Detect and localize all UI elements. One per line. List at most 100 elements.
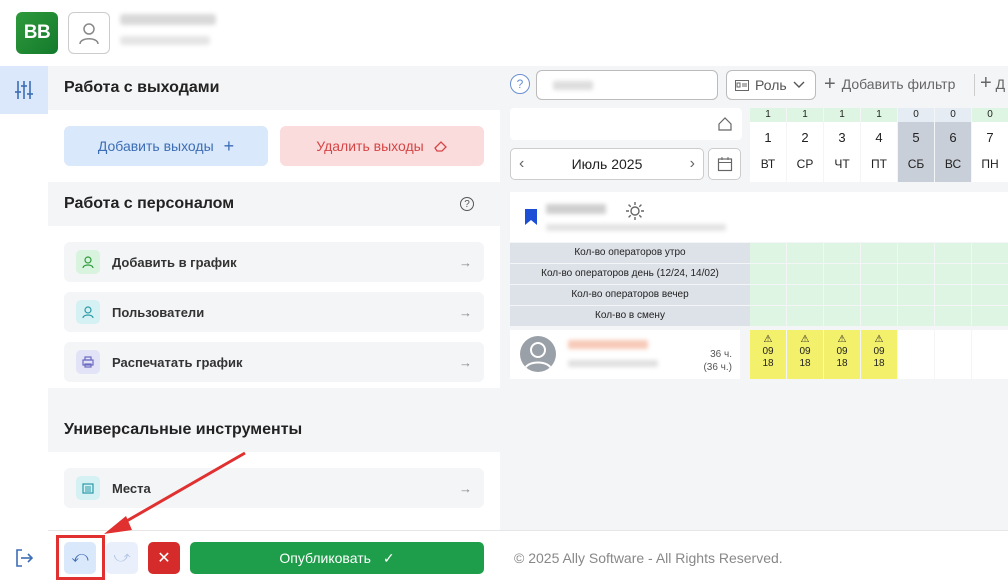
- employee-card[interactable]: 36 ч. (36 ч.): [510, 330, 740, 379]
- profile-role-blurred: [120, 36, 210, 45]
- day-header[interactable]: 0 5 СБ: [898, 108, 934, 182]
- employee-shifts: ⚠ 09 18 ⚠ 09 18 ⚠ 09 18 ⚠ 09 18: [750, 330, 1008, 379]
- day-count: 1: [861, 108, 897, 122]
- shift-start: 09: [836, 346, 848, 357]
- stat-row-shift: Кол-во в смену: [510, 306, 750, 326]
- annotation-highlight-box: [56, 535, 105, 580]
- chevron-left-icon[interactable]: ‹: [519, 155, 524, 173]
- stat-cells: [750, 285, 1008, 305]
- user-icon: [79, 23, 99, 45]
- profile-avatar[interactable]: [68, 12, 110, 54]
- day-number: 3: [838, 130, 846, 145]
- day-number: 6: [949, 130, 957, 145]
- calendar-button[interactable]: [708, 148, 741, 180]
- shift-cell-empty[interactable]: [972, 330, 1008, 379]
- shift-cell-empty[interactable]: [898, 330, 934, 379]
- day-count: 1: [824, 108, 860, 122]
- tools-section-title: Универсальные инструменты: [64, 421, 303, 438]
- help-icon[interactable]: ?: [460, 197, 474, 211]
- day-number: 2: [801, 130, 809, 145]
- day-headers: 1 1 ВТ 1 2 СР 1 3 ЧТ 1 4 ПТ 0 5 СБ 0 6 ВС 0 7 ПН: [750, 108, 1008, 182]
- day-weekday: ВТ: [760, 157, 776, 171]
- users-item[interactable]: Пользователи →: [64, 292, 484, 332]
- sliders-icon: [15, 81, 33, 99]
- shift-start: 09: [799, 346, 811, 357]
- bookmark-icon: [525, 209, 537, 225]
- shift-start: 09: [762, 346, 774, 357]
- close-icon: ✕: [157, 550, 171, 567]
- search-value-blurred: [553, 81, 593, 90]
- employee-name-blurred: [568, 340, 648, 349]
- day-header[interactable]: 1 4 ПТ: [861, 108, 897, 182]
- chevron-down-icon: [793, 81, 805, 88]
- month-switcher: ‹ Июль 2025 ›: [510, 148, 704, 180]
- more-filter-label: Д: [995, 76, 1006, 92]
- users-label: Пользователи: [112, 304, 205, 320]
- day-header[interactable]: 1 2 СР: [787, 108, 823, 182]
- add-filter-button[interactable]: + Добавить фильтр: [824, 73, 956, 95]
- shift-end: 18: [799, 358, 811, 369]
- delete-exits-button[interactable]: Удалить выходы: [280, 126, 484, 166]
- stat-cells: [750, 243, 1008, 263]
- group-card: [510, 192, 1008, 242]
- more-filter-button[interactable]: + Д: [980, 73, 1006, 93]
- id-card-icon: [735, 79, 749, 91]
- copyright-text: © 2025 Ally Software - All Rights Reserv…: [514, 550, 783, 566]
- add-exits-button[interactable]: Добавить выходы +: [64, 126, 268, 166]
- day-weekday: ПТ: [871, 157, 887, 171]
- employee-role-blurred: [568, 360, 658, 367]
- day-number: 4: [875, 130, 883, 145]
- plus-icon: +: [980, 72, 992, 94]
- home-icon: [718, 117, 732, 131]
- day-weekday: ПН: [981, 157, 999, 171]
- exits-section: Добавить выходы + Удалить выходы: [48, 110, 500, 182]
- shift-cell[interactable]: ⚠ 09 18: [750, 330, 786, 379]
- add-to-schedule-item[interactable]: Добавить в график →: [64, 242, 484, 282]
- publish-button[interactable]: Опубликовать ✓: [190, 542, 484, 574]
- help-icon[interactable]: ?: [510, 74, 530, 94]
- add-user-icon: [76, 250, 100, 274]
- shift-cell[interactable]: ⚠ 09 18: [787, 330, 823, 379]
- add-filter-label: Добавить фильтр: [841, 76, 956, 92]
- stat-row-day: Кол-во операторов день (12/24, 14/02): [510, 264, 750, 284]
- shift-cell[interactable]: ⚠ 09 18: [824, 330, 860, 379]
- shift-start: 09: [873, 346, 885, 357]
- arrow-right-icon: →: [459, 304, 472, 320]
- app-logo[interactable]: BB: [16, 12, 58, 54]
- staff-section-title: Работа с персоналом: [64, 195, 235, 212]
- plus-icon: +: [824, 73, 836, 95]
- logout-button[interactable]: [14, 548, 34, 573]
- day-weekday: ЧТ: [834, 157, 850, 171]
- profile-name-blurred: [120, 14, 216, 25]
- day-header[interactable]: 0 6 ВС: [935, 108, 971, 182]
- user-icon: [76, 300, 100, 324]
- search-input[interactable]: [536, 70, 718, 100]
- day-header[interactable]: 0 7 ПН: [972, 108, 1008, 182]
- shift-cell-empty[interactable]: [935, 330, 971, 379]
- arrow-right-icon: →: [459, 254, 472, 270]
- exits-section-title: Работа с выходами: [64, 79, 220, 96]
- employee-hours: 36 ч. (36 ч.): [703, 348, 732, 374]
- chevron-right-icon[interactable]: ›: [690, 155, 695, 173]
- home-row: [510, 108, 742, 140]
- top-bar: BB: [0, 0, 1008, 66]
- shift-cell[interactable]: ⚠ 09 18: [861, 330, 897, 379]
- warning-icon: ⚠: [763, 334, 773, 345]
- day-count: 0: [898, 108, 934, 122]
- places-item[interactable]: Места →: [64, 468, 484, 508]
- gear-icon: [626, 202, 644, 220]
- cancel-button[interactable]: ✕: [148, 542, 180, 574]
- day-number: 5: [912, 130, 920, 145]
- print-schedule-item[interactable]: Распечатать график →: [64, 342, 484, 382]
- hours-planned: (36 ч.): [703, 362, 732, 373]
- print-schedule-label: Распечатать график: [112, 354, 243, 370]
- stat-cells: [750, 264, 1008, 284]
- filters-rail-button[interactable]: [0, 66, 48, 114]
- day-header[interactable]: 1 3 ЧТ: [824, 108, 860, 182]
- redo-button[interactable]: ⤻: [106, 542, 138, 574]
- role-filter-select[interactable]: Роль: [726, 70, 816, 100]
- plus-icon: +: [223, 135, 235, 156]
- day-weekday: СР: [796, 157, 814, 171]
- day-header[interactable]: 1 1 ВТ: [750, 108, 786, 182]
- left-rail: [0, 66, 48, 585]
